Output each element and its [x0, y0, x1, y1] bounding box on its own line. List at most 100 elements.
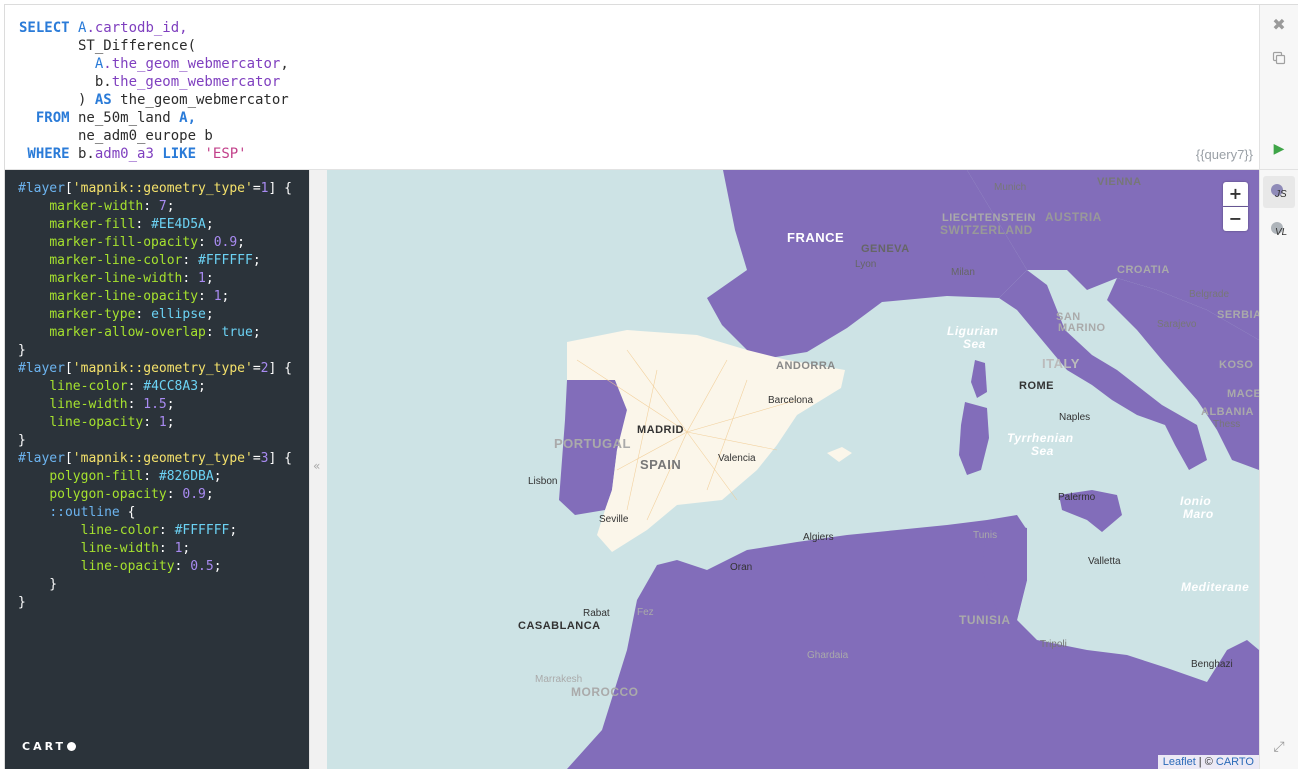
- map-label-croatia: CROATIA: [1117, 264, 1170, 276]
- chevron-left-icon: «: [313, 459, 321, 473]
- css-property: line-width: [80, 541, 159, 556]
- map-label-valletta: Valletta: [1088, 556, 1121, 567]
- map-label-lisbon: Lisbon: [528, 476, 558, 487]
- css-property: polygon-opacity: [49, 487, 167, 502]
- css-property-line: marker-allow-overlap: true;: [49, 325, 261, 340]
- css-value: true: [221, 325, 253, 340]
- map-label-austria: AUSTRIA: [1045, 210, 1102, 224]
- css-property: line-width: [49, 397, 128, 412]
- map-label-algiers: Algiers: [803, 532, 834, 543]
- css-value: 1: [174, 541, 183, 556]
- css-value: 0.5: [190, 559, 214, 574]
- vl-layer-toggle[interactable]: VL: [1263, 214, 1295, 246]
- css-value: #4CC8A3: [143, 379, 199, 394]
- sql-editor[interactable]: SELECT A.cartodb_id, ST_Difference( A.th…: [5, 5, 1259, 170]
- map-label-ionian: Ionio: [1180, 494, 1212, 508]
- sql-keyword: AS: [94, 92, 112, 108]
- css-property: marker-fill: [49, 217, 136, 232]
- css-property-line: line-opacity: 1;: [49, 415, 175, 430]
- css-property-line: marker-fill-opacity: 0.9;: [49, 235, 245, 250]
- css-value: ellipse: [151, 307, 206, 322]
- carto-link[interactable]: CARTO: [1216, 756, 1254, 768]
- css-value: #826DBA: [158, 469, 214, 484]
- map-label-ligurian: Ligurian: [947, 324, 999, 338]
- map-label-rome: ROME: [1019, 380, 1054, 392]
- sql-token: the_geom_webmercator: [111, 74, 281, 90]
- map-label-marrakesh: Marrakesh: [535, 674, 583, 685]
- collapse-editor-handle[interactable]: «: [309, 170, 328, 769]
- css-property-line: marker-line-color: #FFFFFF;: [49, 253, 261, 268]
- css-selector: ::outline: [49, 505, 120, 520]
- map-label-spain: SPAIN: [640, 457, 682, 472]
- map-attribution: Leaflet | © CARTO: [1157, 755, 1259, 769]
- map-label-naples: Naples: [1059, 412, 1091, 423]
- sql-token: ): [19, 92, 95, 108]
- map-label-geneva: GENEVA: [861, 243, 910, 255]
- map-label-france: FRANCE: [787, 230, 845, 245]
- expand-icon[interactable]: ⤢: [1260, 739, 1298, 755]
- map-label-switzerland: SWITZERLAND: [940, 223, 1033, 237]
- sql-keyword: WHERE: [19, 146, 70, 162]
- map-label-casablanca: CASABLANCA: [518, 620, 601, 632]
- copy-icon[interactable]: [1260, 49, 1298, 69]
- js-layer-label: JS: [1275, 189, 1287, 200]
- sql-token: adm0_a3: [94, 146, 154, 162]
- zoom-in-button[interactable]: +: [1223, 182, 1248, 206]
- sql-keyword: LIKE: [153, 146, 205, 162]
- map-label-maro: Maro: [1183, 507, 1214, 521]
- zoom-out-button[interactable]: −: [1223, 207, 1248, 231]
- css-number: 1: [260, 181, 269, 196]
- close-icon[interactable]: ✖: [1260, 15, 1298, 34]
- cartocss-code[interactable]: #layer['mapnik::geometry_type'=1] { mark…: [18, 180, 292, 612]
- map-label-morocco: MOROCCO: [571, 685, 639, 699]
- sql-keyword: SELECT: [19, 20, 70, 36]
- css-property: marker-allow-overlap: [49, 325, 206, 340]
- land-north-africa: [567, 520, 1259, 769]
- sql-token: A: [69, 20, 87, 36]
- css-property: line-opacity: [80, 559, 175, 574]
- sql-keyword: A,: [179, 110, 197, 126]
- sql-token: the_geom_webmercator: [111, 92, 289, 108]
- carto-logo: CART: [22, 740, 77, 753]
- map-view[interactable]: Munich VIENNA FRANCE LIECHTENSTEIN AUSTRIA SW…: [327, 170, 1259, 769]
- css-property-line: line-width: 1;: [80, 541, 191, 556]
- map-label-vienna: VIENNA: [1097, 176, 1142, 188]
- map-label-madrid: MADRID: [637, 424, 684, 436]
- map-label-tunisia: TUNISIA: [959, 613, 1011, 627]
- leaflet-link[interactable]: Leaflet: [1163, 756, 1196, 768]
- map-label-serbia: SERBIA: [1217, 309, 1259, 321]
- css-property: marker-type: [49, 307, 136, 322]
- map-label-tripoli: Tripoli: [1040, 639, 1067, 650]
- css-number: 2: [260, 361, 269, 376]
- map-label-barcelona: Barcelona: [768, 395, 814, 406]
- sql-token: .cartodb_id,: [86, 20, 188, 36]
- css-property: line-color: [80, 523, 159, 538]
- land-balearics: [827, 447, 852, 462]
- css-value: #FFFFFF: [174, 523, 230, 538]
- css-value: 7: [158, 199, 167, 214]
- css-selector: #layer: [18, 181, 65, 196]
- css-property-line: line-color: #4CC8A3;: [49, 379, 206, 394]
- sql-token: .the_geom_webmercator: [103, 56, 281, 72]
- cartocss-editor[interactable]: #layer['mapnik::geometry_type'=1] { mark…: [5, 170, 309, 769]
- run-query-button[interactable]: ▶: [1260, 141, 1298, 157]
- map-label-seville: Seville: [599, 514, 629, 525]
- map-label-rabat: Rabat: [583, 608, 610, 619]
- css-property: marker-width: [49, 199, 144, 214]
- map-label-sarajevo: Sarajevo: [1157, 319, 1197, 330]
- vl-layer-label: VL: [1275, 227, 1288, 238]
- sql-token: b.: [69, 146, 95, 162]
- css-number: 3: [260, 451, 269, 466]
- js-layer-toggle[interactable]: JS: [1263, 176, 1295, 208]
- land-sardinia: [959, 402, 989, 475]
- map-label-lyon: Lyon: [855, 259, 877, 270]
- css-property-line: marker-type: ellipse;: [49, 307, 214, 322]
- css-property: line-color: [49, 379, 128, 394]
- map-label-sea1: Sea: [963, 337, 986, 351]
- css-property: marker-line-color: [49, 253, 183, 268]
- map-canvas[interactable]: [327, 170, 1259, 769]
- sql-code[interactable]: SELECT A.cartodb_id, ST_Difference( A.th…: [19, 19, 289, 163]
- css-property: marker-line-width: [49, 271, 183, 286]
- css-property: polygon-fill: [49, 469, 144, 484]
- map-label-oran: Oran: [730, 562, 753, 573]
